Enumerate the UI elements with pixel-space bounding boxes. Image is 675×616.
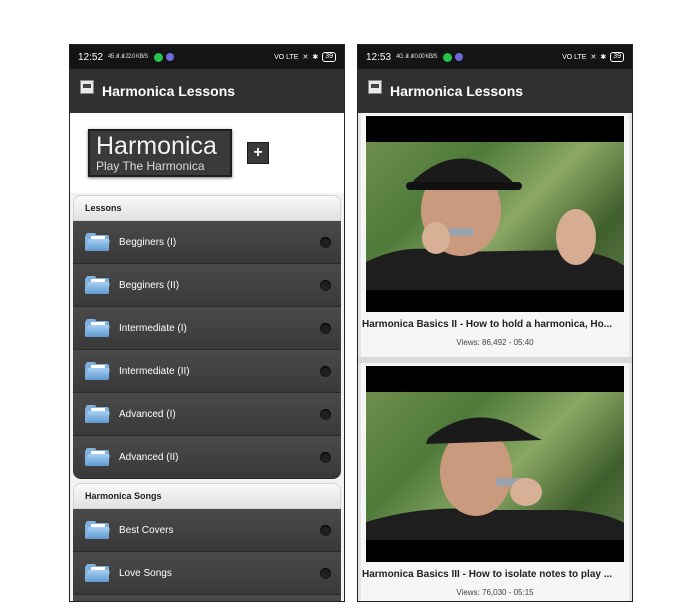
video-card[interactable]: Harmonica Basics III - How to isolate no… bbox=[361, 363, 629, 601]
list-item-label: Begginers (II) bbox=[119, 279, 180, 291]
logo-row: Harmonica Play The Harmonica + bbox=[70, 113, 344, 193]
list-item[interactable]: Begginers (II) bbox=[73, 264, 341, 307]
section-header: Harmonica Songs bbox=[73, 483, 341, 509]
list-item[interactable]: Intermediate (II) bbox=[73, 350, 341, 393]
status-bar: 12:53 4G .ıll .ıll 0.00 KB/S VO LTE ✕ ✱ … bbox=[358, 45, 632, 69]
status-time: 12:52 bbox=[78, 51, 104, 63]
bluetooth-icon: ✱ bbox=[312, 54, 319, 61]
notification-icon bbox=[455, 53, 464, 61]
list-item-label: Advanced (II) bbox=[119, 451, 179, 463]
section-header: Lessons bbox=[73, 195, 341, 221]
app-title: Harmonica Lessons bbox=[390, 83, 524, 99]
radio-indicator[interactable] bbox=[320, 524, 331, 536]
list-item-label: Intermediate (I) bbox=[119, 322, 187, 334]
volte-indicator: VO LTE bbox=[274, 53, 299, 61]
logo-title: Harmonica bbox=[96, 132, 217, 160]
list-item[interactable]: Intermediate (I) bbox=[73, 307, 341, 350]
whatsapp-icon bbox=[443, 52, 453, 62]
list-item-label: Intermediate (II) bbox=[119, 365, 190, 377]
harmonica-logo: Harmonica Play The Harmonica bbox=[88, 129, 232, 177]
folder-icon bbox=[85, 319, 110, 337]
list-item[interactable]: Best Covers bbox=[73, 509, 341, 552]
radio-indicator[interactable] bbox=[320, 279, 331, 291]
phone-screen-lessons: 12:52 45 .ıll .ıll 22.0 KB/S VO LTE ✕ ✱ … bbox=[69, 44, 345, 602]
logo-subtitle: Play The Harmonica bbox=[96, 159, 205, 173]
video-title[interactable]: Harmonica Basics III - How to isolate no… bbox=[361, 562, 629, 580]
folder-icon bbox=[85, 362, 110, 380]
lesson-group: Lessons Begginers (I) Begginers (II) Interm… bbox=[70, 195, 344, 479]
network-indicator: 4G .ıll .ıll 0.00 KB/S bbox=[396, 54, 438, 60]
app-bar: Harmonica Lessons bbox=[70, 69, 344, 113]
app-title: Harmonica Lessons bbox=[102, 83, 236, 99]
folder-icon bbox=[85, 405, 110, 423]
video-meta: Views: 86,492 - 05:40 bbox=[456, 338, 534, 347]
lessons-content: Harmonica Play The Harmonica + Lessons Be… bbox=[70, 113, 344, 601]
mute-icon: ✕ bbox=[302, 54, 309, 61]
video-card[interactable]: Harmonica Basics II - How to hold a harm… bbox=[361, 113, 629, 357]
mute-icon: ✕ bbox=[590, 54, 597, 61]
radio-indicator[interactable] bbox=[320, 365, 331, 377]
folder-icon bbox=[85, 564, 110, 582]
lesson-group: Harmonica Songs Best Covers Love Songs Pop … bbox=[70, 483, 344, 601]
whatsapp-icon bbox=[153, 52, 163, 62]
video-list: Harmonica Basics II - How to hold a harm… bbox=[358, 113, 632, 601]
list-item[interactable]: Begginers (I) bbox=[73, 221, 341, 264]
list-item-label: Best Covers bbox=[119, 524, 174, 536]
network-indicator: 45 .ıll .ıll 22.0 KB/S bbox=[108, 54, 148, 60]
battery-icon: 39 bbox=[610, 52, 624, 62]
radio-indicator[interactable] bbox=[320, 567, 331, 579]
phone-screen-videos: 12:53 4G .ıll .ıll 0.00 KB/S VO LTE ✕ ✱ … bbox=[357, 44, 633, 602]
status-bar: 12:52 45 .ıll .ıll 22.0 KB/S VO LTE ✕ ✱ … bbox=[70, 45, 344, 69]
bluetooth-icon: ✱ bbox=[600, 54, 607, 61]
add-button[interactable]: + bbox=[247, 142, 269, 164]
battery-icon: 39 bbox=[322, 52, 336, 62]
radio-indicator[interactable] bbox=[320, 322, 331, 334]
video-title[interactable]: Harmonica Basics II - How to hold a harm… bbox=[361, 312, 629, 330]
radio-indicator[interactable] bbox=[320, 451, 331, 463]
folder-icon bbox=[85, 233, 110, 251]
person-with-harmonica-image bbox=[366, 158, 624, 290]
notification-icon bbox=[165, 53, 174, 61]
app-bar: Harmonica Lessons bbox=[358, 69, 632, 113]
folder-icon bbox=[85, 448, 110, 466]
list-item-label: Love Songs bbox=[119, 567, 172, 579]
radio-indicator[interactable] bbox=[320, 408, 331, 420]
list-item-label: Begginers (I) bbox=[119, 236, 177, 248]
video-thumbnail[interactable] bbox=[366, 116, 624, 312]
list-item[interactable]: Pop Songs bbox=[73, 595, 341, 601]
list-item[interactable]: Advanced (I) bbox=[73, 393, 341, 436]
list-item[interactable]: Love Songs bbox=[73, 552, 341, 595]
status-time: 12:53 bbox=[366, 51, 392, 63]
video-meta: Views: 76,030 - 05:15 bbox=[456, 588, 534, 597]
folder-icon bbox=[85, 521, 110, 539]
harmonica-app-icon bbox=[80, 80, 94, 94]
harmonica-app-icon bbox=[368, 80, 382, 94]
list-item[interactable]: Advanced (II) bbox=[73, 436, 341, 479]
list-item-label: Advanced (I) bbox=[119, 408, 176, 420]
person-with-harmonica-image bbox=[366, 417, 624, 540]
radio-indicator[interactable] bbox=[320, 236, 331, 248]
volte-indicator: VO LTE bbox=[562, 53, 587, 61]
video-thumbnail[interactable] bbox=[366, 366, 624, 562]
folder-icon bbox=[85, 276, 110, 294]
